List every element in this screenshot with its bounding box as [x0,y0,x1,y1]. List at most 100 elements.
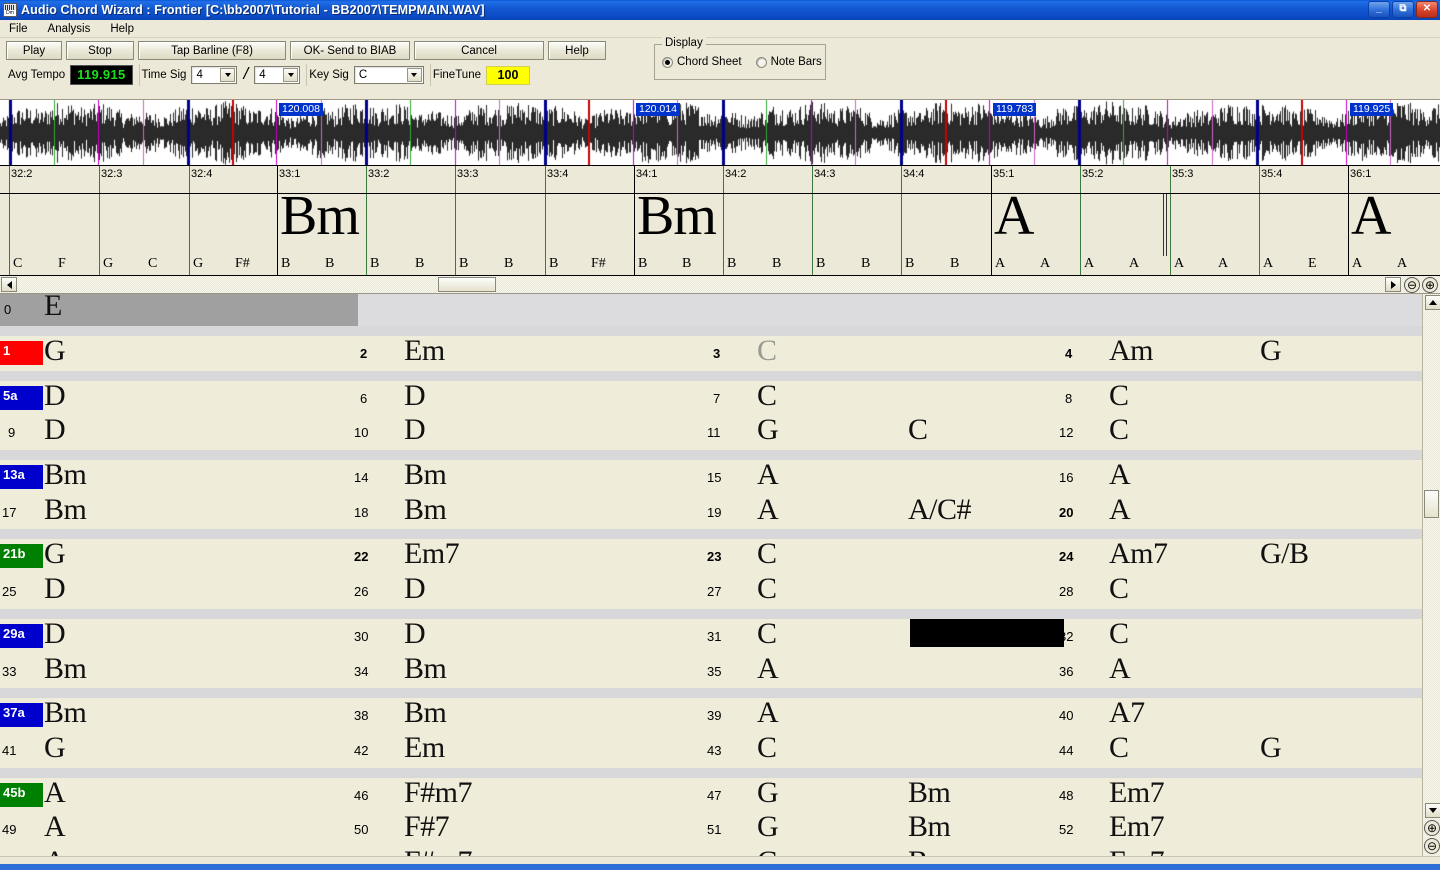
chord-cell[interactable]: Bm [44,652,87,686]
vertical-scrollbar[interactable]: ⊕ ⊖ [1422,294,1440,856]
bar-number[interactable]: 48 [1059,788,1073,803]
chord-cell[interactable]: D [404,413,426,447]
chord-cell[interactable]: A7 [1109,696,1145,730]
bar-number[interactable]: 25 [2,584,16,599]
chord-cell[interactable]: G [757,810,779,844]
chord-track-chord[interactable]: A [994,194,1034,248]
chord-cell[interactable]: G [44,334,66,368]
bar-number[interactable]: 14 [354,470,368,485]
chord-cell[interactable]: Bm [404,652,447,686]
chevron-down-icon[interactable] [220,68,236,82]
chord-sheet-grid[interactable]: 0 E 1 G 2 Em 3 C 4 Am G 5a D 6 D 7 C 8 C 9 D 10 D 11 G C 12 C 13a B… [0,294,1422,856]
table-row[interactable]: 49 A 50 F#7 51 G Bm 52 Em7 [0,810,1422,847]
radio-selected-icon[interactable] [662,56,673,68]
chord-cell-secondary[interactable]: G [1260,731,1282,765]
chord-cell[interactable]: G [757,413,779,447]
bar-number[interactable]: 39 [707,708,721,723]
avg-tempo-value[interactable]: 119.915 [70,65,133,85]
help-button[interactable]: Help [548,41,606,60]
chord-cell[interactable]: F#7 [404,810,450,844]
bar-number[interactable]: 30 [354,629,368,644]
chord-cell[interactable]: A [44,810,66,844]
chord-cell[interactable]: Am7 [1109,537,1168,571]
zoom-out-button[interactable]: ⊖ [1404,277,1420,293]
chord-cell[interactable]: D [44,617,66,651]
chord-cell[interactable]: F#m7 [404,845,473,856]
table-row[interactable]: 45b A 46 F#m7 47 G Bm 48 Em7 [0,776,1422,813]
chord-cell[interactable]: C [757,334,777,368]
scroll-right-button[interactable] [1385,277,1401,292]
chord-cell[interactable]: A [757,652,779,686]
bar-number[interactable]: 12 [1059,425,1073,440]
chord-sheet-panel[interactable]: 0 E 1 G 2 Em 3 C 4 Am G 5a D 6 D 7 C 8 C 9 D 10 D 11 G C 12 C 13a B… [0,294,1440,856]
menu-item-help[interactable]: Help [107,22,137,36]
chord-cell[interactable]: Em7 [1109,845,1165,856]
radio-unselected-icon[interactable] [755,56,767,68]
bar-number[interactable]: 52 [1059,822,1073,837]
table-row[interactable]: 53A54F#m755GBm56Em7 [0,845,1422,856]
chord-cell-secondary[interactable]: C [908,413,928,447]
bar-number[interactable]: 38 [354,708,368,723]
chord-track-chord[interactable]: A [1351,194,1391,248]
bar-number[interactable]: 21b [0,544,43,569]
chord-cell[interactable]: Am [1109,334,1154,368]
table-row[interactable]: 25 D 26 D 27 C 28 C [0,572,1422,609]
bar-number[interactable]: 16 [1059,470,1073,485]
ok-send-to-biab-button[interactable]: OK- Send to BIAB [290,41,410,60]
bar-number[interactable]: 40 [1059,708,1073,723]
chord-cell-secondary[interactable]: G/B [1260,537,1309,571]
time-sig-numerator-select[interactable]: 4 [191,66,238,84]
scroll-left-button[interactable] [1,277,17,292]
bar-number[interactable]: 13a [0,465,43,490]
chord-cell[interactable]: A [757,696,779,730]
chord-cell[interactable]: C [1109,413,1129,447]
table-row[interactable]: 1 G 2 Em 3 C 4 Am G [0,334,1422,371]
chord-cell-secondary[interactable]: Bm [908,776,951,810]
chevron-down-icon[interactable] [283,68,299,82]
chord-cell[interactable]: C [757,379,777,413]
bar-number[interactable]: 10 [354,425,368,440]
bar-number[interactable]: 9 [8,425,15,440]
chord-track-chord[interactable]: Bm [280,194,360,248]
key-sig-select[interactable]: C [353,66,424,84]
sheet-zoom-out-button[interactable]: ⊖ [1424,838,1440,854]
chord-cell[interactable]: C [757,572,777,606]
bar-number[interactable]: 26 [354,584,368,599]
chord-cell[interactable]: A [757,458,779,492]
maximize-button[interactable]: ⧉ [1392,1,1414,18]
radio-chord-sheet[interactable]: Chord Sheet [662,56,742,68]
chord-cell[interactable]: D [44,413,66,447]
chord-track[interactable]: Bm Bm A A [0,194,1440,256]
bar-number[interactable]: 28 [1059,584,1073,599]
chord-cell[interactable]: G [757,845,779,856]
chord-cell[interactable]: C [1109,379,1129,413]
bar-number[interactable]: 4 [1065,346,1072,361]
chord-cell[interactable]: Bm [44,458,87,492]
bar-number[interactable]: 19 [707,505,721,520]
scroll-up-button[interactable] [1425,295,1440,310]
chord-cell[interactable]: Bm [44,493,87,527]
bar-number[interactable]: 42 [354,743,368,758]
chord-track-chord[interactable]: Bm [637,194,717,248]
radio-note-bars[interactable]: Note Bars [755,56,822,68]
current-bar-row[interactable]: 0 E [0,294,1422,326]
chord-cell[interactable]: F#m7 [404,776,473,810]
waveform-panel[interactable]: 120.008 120.014 119.783 119.925 [0,100,1440,166]
bar-number[interactable]: 49 [2,822,16,837]
chord-cell[interactable]: C [757,617,777,651]
time-sig-denominator-select[interactable]: 4 [254,66,301,84]
bar-number[interactable]: 5a [0,385,43,410]
chord-cell[interactable]: G [44,731,66,765]
table-row[interactable]: 37a Bm 38 Bm 39 A 40 A7 [0,696,1422,733]
table-row[interactable]: 5a D 6 D 7 C 8 C [0,379,1422,416]
table-row[interactable]: 33 Bm 34 Bm 35 A 36 A [0,652,1422,689]
bar-number[interactable]: 20 [1059,505,1073,520]
chord-cell[interactable]: Em7 [404,537,460,571]
chord-cell[interactable]: Bm [404,493,447,527]
chord-cell[interactable]: A [1109,493,1131,527]
chord-cell[interactable]: D [44,379,66,413]
bar-number[interactable]: 33 [2,664,16,679]
menu-item-analysis[interactable]: Analysis [45,22,94,36]
bar-number[interactable]: 11 [707,425,721,440]
stop-button[interactable]: Stop [66,41,134,60]
